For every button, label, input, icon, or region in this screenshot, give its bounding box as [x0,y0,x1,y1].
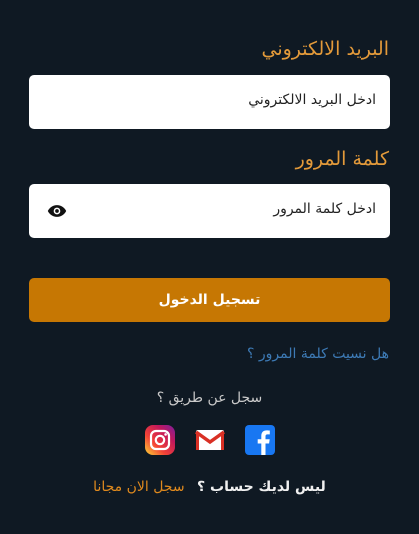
eye-icon[interactable] [47,203,67,219]
email-field[interactable]: ادخل البريد الالكتروني [29,75,390,129]
no-account-text: ليس لديك حساب ؟ [197,479,326,495]
signup-row: ليس لديك حساب ؟ سجل الان مجانا [0,479,419,495]
instagram-icon[interactable] [144,424,176,456]
signup-link[interactable]: سجل الان مجانا [93,479,184,495]
forgot-password-link[interactable]: هل نسيت كلمة المرور ؟ [247,346,389,362]
password-field[interactable]: ادخل كلمة المرور [29,184,390,238]
register-with-text: سجل عن طريق ؟ [156,390,263,406]
facebook-icon[interactable] [244,424,276,456]
login-page: البريد الالكتروني ادخل البريد الالكتروني… [0,0,419,534]
email-label: البريد الالكتروني [261,38,390,60]
password-label: كلمة المرور [295,148,389,170]
password-placeholder: ادخل كلمة المرور [273,201,376,217]
gmail-icon[interactable] [194,424,226,456]
email-placeholder: ادخل البريد الالكتروني [248,92,376,108]
login-button[interactable]: تسجيل الدخول [29,278,390,322]
